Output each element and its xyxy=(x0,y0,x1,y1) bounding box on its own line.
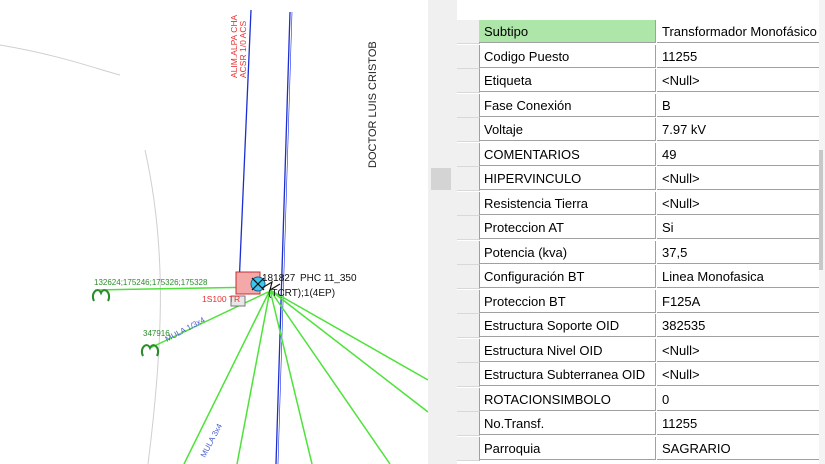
attribute-row[interactable]: Proteccion AT Si xyxy=(457,216,825,240)
feeder-label-2: ACSR 1/0 ACS xyxy=(238,21,248,78)
attribute-row[interactable]: Parroquia SAGRARIO xyxy=(457,436,825,461)
row-header[interactable] xyxy=(457,289,480,314)
attribute-row[interactable]: Voltaje 7.97 kV xyxy=(457,118,825,142)
attribute-value[interactable]: 49 xyxy=(657,143,825,166)
splitter-grip[interactable] xyxy=(431,168,451,190)
parcel-boundary xyxy=(144,149,161,464)
attribute-row[interactable]: Subtipo Transformador Monofásico xyxy=(457,20,825,44)
green-line xyxy=(236,289,271,464)
row-header[interactable] xyxy=(457,412,480,436)
attribute-value[interactable]: Linea Monofasica xyxy=(657,265,825,288)
map-canvas[interactable]: ALIM.ALPA CHA ACSR 1/0 ACS DOCTOR LUIS C… xyxy=(0,0,428,464)
row-header[interactable] xyxy=(457,363,480,387)
attribute-row[interactable]: Codigo Puesto 11255 xyxy=(457,44,825,69)
attribute-value[interactable]: F125A xyxy=(657,290,825,313)
attribute-value[interactable]: 37,5 xyxy=(657,241,825,264)
attribute-value[interactable]: 0 xyxy=(657,388,825,411)
attribute-row[interactable]: Resistencia Tierra <Null> xyxy=(457,191,825,216)
attribute-row[interactable]: No.Transf. 11255 xyxy=(457,412,825,436)
attribute-row[interactable]: COMENTARIOS 49 xyxy=(457,142,825,167)
attribute-name: Configuración BT xyxy=(479,265,656,288)
row-header[interactable] xyxy=(457,167,480,191)
attribute-name: No.Transf. xyxy=(479,412,656,435)
post-label-2: (TCRT);1(4EP) xyxy=(268,288,335,299)
row-header[interactable] xyxy=(457,191,480,216)
attribute-name: ROTACIONSIMBOLO xyxy=(479,387,656,411)
post-number: 181827 xyxy=(262,273,296,284)
attribute-name: Codigo Puesto xyxy=(479,44,656,68)
attribute-row[interactable]: Potencia (kva) 37,5 xyxy=(457,240,825,265)
attribute-value[interactable]: 7.97 kV xyxy=(657,118,825,141)
omega-symbol-icon xyxy=(140,344,160,357)
omega-symbol-icon xyxy=(91,289,111,302)
row-header[interactable] xyxy=(457,240,480,265)
transformer-label: 1S100 TR xyxy=(202,294,240,304)
row-header[interactable] xyxy=(457,314,480,338)
attribute-name: Resistencia Tierra xyxy=(479,191,656,215)
attribute-name: Estructura Soporte OID xyxy=(479,314,656,337)
attribute-name: Proteccion BT xyxy=(479,289,656,313)
row-header[interactable] xyxy=(457,69,480,93)
green-line xyxy=(269,289,428,413)
attribute-name: Subtipo xyxy=(479,20,656,43)
attribute-row[interactable]: HIPERVINCULO <Null> xyxy=(457,167,825,191)
vertical-scrollbar[interactable] xyxy=(819,0,825,464)
attribute-row[interactable]: Proteccion BT F125A xyxy=(457,289,825,314)
attribute-name: HIPERVINCULO xyxy=(479,167,656,190)
row-header[interactable] xyxy=(457,265,480,289)
attribute-value[interactable]: 382535 xyxy=(657,314,825,337)
green-line xyxy=(183,289,271,464)
attribute-name: Estructura Nivel OID xyxy=(479,338,656,362)
map-drawing[interactable]: ALIM.ALPA CHA ACSR 1/0 ACS DOCTOR LUIS C… xyxy=(0,0,428,464)
attribute-row[interactable]: Fase Conexión B xyxy=(457,93,825,118)
attribute-name: Voltaje xyxy=(479,118,656,141)
attribute-value[interactable]: SAGRARIO xyxy=(657,437,825,460)
row-header[interactable] xyxy=(457,20,480,44)
street-label: DOCTOR LUIS CRISTOB xyxy=(367,41,379,168)
attribute-value[interactable]: 11255 xyxy=(657,412,825,435)
post-label-1: PHC 11_350 xyxy=(300,273,357,284)
row-header[interactable] xyxy=(457,387,480,412)
scrollbar-thumb[interactable] xyxy=(819,150,823,270)
attribute-value[interactable]: <Null> xyxy=(657,339,825,362)
attribute-value[interactable]: Transformador Monofásico xyxy=(657,20,825,43)
row-header[interactable] xyxy=(457,118,480,142)
attribute-row[interactable]: Etiqueta <Null> xyxy=(457,69,825,93)
attribute-value[interactable]: 11255 xyxy=(657,45,825,68)
green-line xyxy=(269,289,428,381)
attribute-name: Parroquia xyxy=(479,436,656,460)
attribute-row[interactable]: Estructura Subterranea OID <Null> xyxy=(457,363,825,387)
attribute-value[interactable]: Si xyxy=(657,216,825,239)
attribute-row[interactable]: Estructura Soporte OID 382535 xyxy=(457,314,825,338)
attribute-value[interactable]: B xyxy=(657,94,825,117)
panel-splitter[interactable] xyxy=(428,0,457,464)
attribute-row[interactable]: Estructura Nivel OID <Null> xyxy=(457,338,825,363)
attribute-value[interactable]: <Null> xyxy=(657,192,825,215)
row-header[interactable] xyxy=(457,338,480,363)
row-header[interactable] xyxy=(457,216,480,240)
row-header[interactable] xyxy=(457,44,480,69)
attribute-row[interactable]: Configuración BT Linea Monofasica xyxy=(457,265,825,289)
row-header[interactable] xyxy=(457,93,480,118)
mula-label: MULA 1/3x4 xyxy=(164,315,207,344)
blue-line xyxy=(275,11,291,464)
row-header[interactable] xyxy=(457,436,480,461)
attributes-grid[interactable]: Subtipo Transformador Monofásico Codigo Pu… xyxy=(457,0,825,464)
attribute-name: Potencia (kva) xyxy=(479,240,656,264)
attribute-name: Proteccion AT xyxy=(479,216,656,239)
attribute-name: Estructura Subterranea OID xyxy=(479,363,656,386)
attribute-value[interactable]: <Null> xyxy=(657,167,825,190)
attribute-name: Fase Conexión xyxy=(479,93,656,117)
row-header[interactable] xyxy=(457,142,480,167)
attribute-value[interactable]: <Null> xyxy=(657,363,825,386)
parcel-boundary xyxy=(0,44,121,76)
attribute-value[interactable]: <Null> xyxy=(657,69,825,92)
attribute-name: COMENTARIOS xyxy=(479,142,656,166)
attribute-row[interactable]: ROTACIONSIMBOLO 0 xyxy=(457,387,825,412)
attribute-name: Etiqueta xyxy=(479,69,656,92)
blue-line xyxy=(277,11,293,464)
green-line xyxy=(269,289,391,464)
ids-label: 132624;175246;175326;175328 xyxy=(94,278,208,287)
